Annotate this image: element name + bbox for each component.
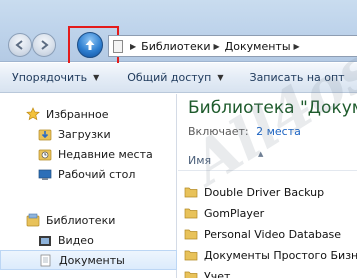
arrow-right-icon (41, 40, 49, 50)
nav-label: Видео (58, 233, 94, 247)
breadcrumb-libraries[interactable]: Библиотеки (141, 40, 210, 53)
address-bar[interactable]: ▶ Библиотеки ▶ Документы ▶ (108, 35, 357, 57)
folder-icon (184, 250, 198, 261)
downloads-folder-icon (38, 129, 52, 140)
list-item[interactable]: Документы Простого Бизн (184, 245, 357, 265)
chevron-down-icon: ▼ (93, 73, 100, 82)
back-button[interactable] (8, 33, 32, 57)
chevron-right-icon[interactable]: ▶ (294, 42, 300, 51)
breadcrumb-documents[interactable]: Документы (225, 40, 291, 53)
list-item[interactable]: Учет... (184, 266, 357, 278)
item-name: Документы Простого Бизн (204, 248, 357, 262)
page-icon (113, 39, 123, 53)
item-name: GomPlayer (204, 206, 265, 220)
forward-button[interactable] (32, 33, 56, 57)
share-label: Общий доступ (127, 71, 212, 84)
folder-icon (184, 187, 198, 198)
folder-icon (184, 229, 198, 240)
address-toolbar: ▶ Библиотеки ▶ Документы ▶ (0, 0, 357, 69)
nav-label: Документы (59, 253, 125, 267)
folder-icon (184, 271, 198, 278)
nav-item-desktop[interactable]: Рабочий стол (0, 164, 177, 184)
includes-label: Включает: (188, 125, 249, 138)
nav-label: Избранное (46, 107, 109, 121)
chevron-down-icon: ▼ (217, 73, 224, 82)
navigation-pane: Избранное Загрузки Недавние места Рабочи… (0, 94, 177, 278)
share-button[interactable]: Общий доступ ▼ (127, 71, 223, 84)
libraries-icon (26, 213, 40, 227)
content-pane: Библиотека "Докум Включает: 2 места ▲ Им… (178, 94, 357, 278)
nav-label: Библиотеки (46, 213, 116, 227)
nav-item-recent-places[interactable]: Недавние места (0, 144, 177, 164)
burn-label: Записать на опт (249, 71, 345, 84)
nav-item-downloads[interactable]: Загрузки (0, 124, 177, 144)
explorer-window: ▶ Библиотеки ▶ Документы ▶ Упорядочить ▼… (0, 0, 357, 278)
arrow-up-icon (85, 40, 95, 50)
list-item[interactable]: GomPlayer (184, 203, 357, 223)
item-name: Учет... (204, 269, 241, 278)
nav-label: Недавние места (58, 147, 153, 161)
command-bar: Упорядочить ▼ Общий доступ ▼ Записать на… (0, 63, 357, 93)
nav-favorites[interactable]: Избранное (0, 104, 177, 124)
nav-libraries[interactable]: Библиотеки (0, 210, 177, 230)
nav-item-documents[interactable]: Документы (0, 250, 177, 270)
column-name-label: Имя (188, 154, 212, 167)
nav-item-video[interactable]: Видео (0, 230, 177, 250)
library-title: Библиотека "Докум (188, 98, 357, 118)
includes-line: Включает: 2 места (188, 125, 301, 138)
list-item[interactable]: Double Driver Backup (184, 182, 357, 202)
list-item[interactable]: Personal Video Database (184, 224, 357, 244)
nav-label: Загрузки (58, 127, 111, 141)
burn-button[interactable]: Записать на опт (250, 71, 345, 84)
recent-places-icon (38, 149, 52, 160)
chevron-right-icon[interactable]: ▶ (214, 42, 220, 51)
item-name: Double Driver Backup (204, 185, 325, 199)
folder-icon (184, 208, 198, 219)
video-library-icon (39, 235, 51, 246)
documents-library-icon (40, 254, 51, 266)
item-name: Personal Video Database (204, 227, 342, 241)
chevron-right-icon: ▶ (130, 41, 137, 51)
organize-button[interactable]: Упорядочить ▼ (12, 71, 99, 84)
includes-link[interactable]: 2 места (256, 125, 301, 138)
star-icon (26, 107, 40, 121)
up-level-button[interactable] (77, 32, 103, 58)
sort-caret-icon: ▲ (258, 150, 264, 158)
desktop-icon (38, 169, 52, 180)
organize-label: Упорядочить (12, 71, 88, 84)
arrow-left-icon (15, 40, 23, 50)
column-header-name[interactable]: ▲ Имя (178, 150, 357, 171)
nav-label: Рабочий стол (58, 167, 136, 181)
